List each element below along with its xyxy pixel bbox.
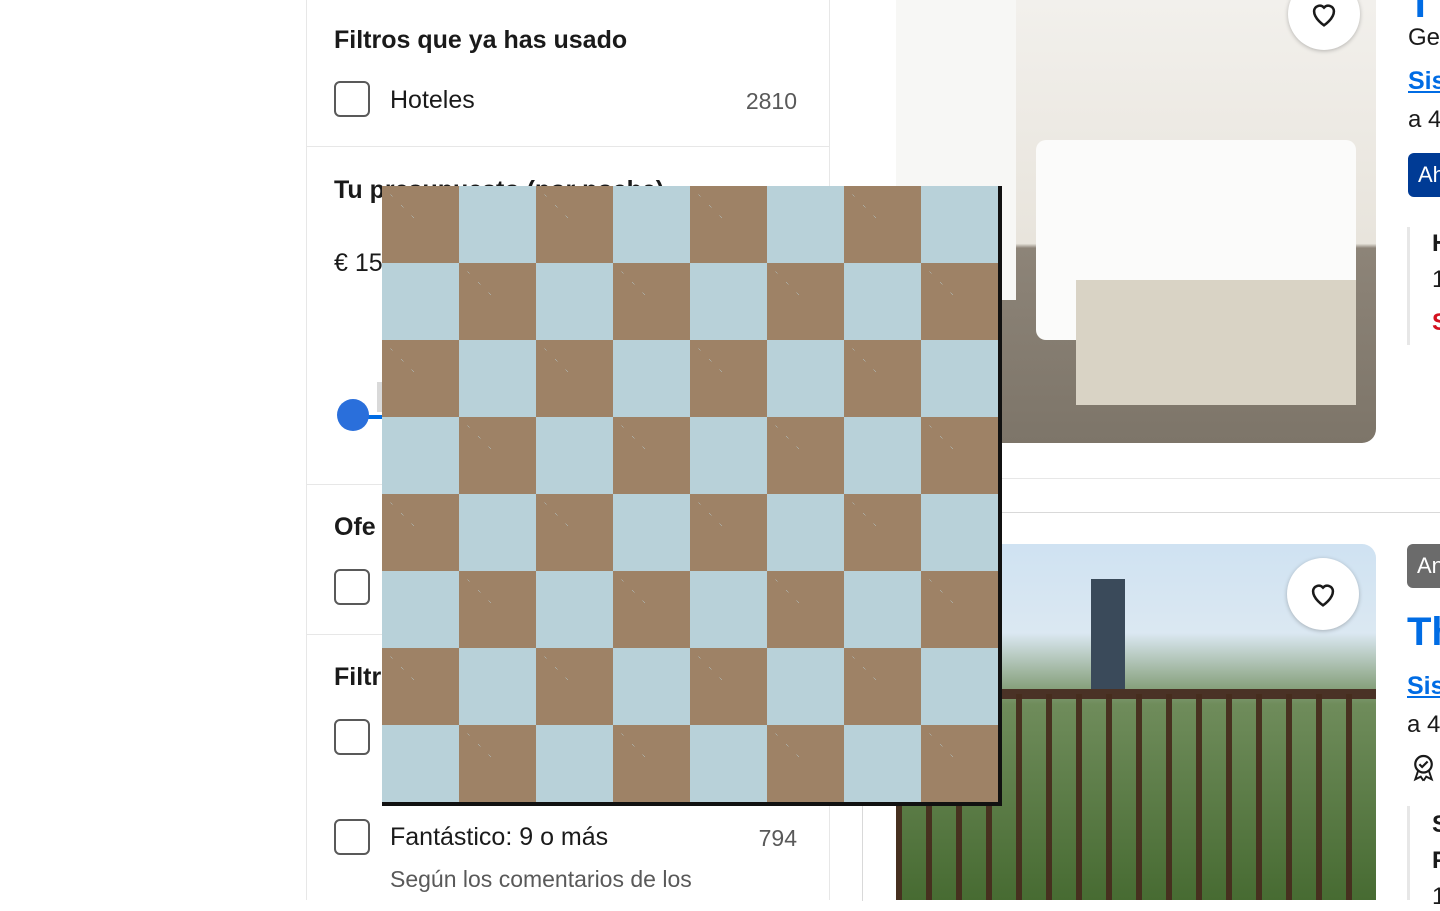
section-title-popular: Filtr: [334, 663, 382, 691]
room-info-bar-1: [1407, 227, 1410, 345]
room-info-bar-2: [1407, 806, 1410, 900]
room-line-3: 1: [1432, 883, 1440, 910]
room-line-2: F: [1432, 847, 1440, 874]
map-link-2[interactable]: Sis: [1407, 672, 1440, 701]
favorite-button-2[interactable]: [1287, 558, 1359, 630]
checkbox-hoteles[interactable]: [334, 81, 370, 117]
scarcity-text-1: S: [1432, 309, 1440, 337]
room-name-2: S: [1432, 811, 1440, 839]
hotel-title-1[interactable]: T: [1408, 0, 1432, 27]
price-min-label: € 15: [334, 249, 383, 277]
checkbox-offer[interactable]: [334, 569, 370, 605]
deal-badge-1: Ah: [1408, 153, 1440, 197]
hotel-title-2[interactable]: Th: [1407, 610, 1440, 655]
room-name-1: H: [1432, 230, 1440, 258]
heart-icon: [1311, 584, 1335, 607]
option-count-hoteles: 2810: [745, 88, 797, 114]
map-link-1[interactable]: Sis: [1408, 67, 1440, 96]
price-slider-min-handle[interactable]: [337, 399, 369, 431]
photo-bed-base: [1076, 280, 1356, 405]
photo-tower: [1091, 579, 1125, 699]
ad-badge-2: An: [1407, 544, 1440, 588]
heart-icon: [1312, 4, 1336, 27]
option-label-fantastico[interactable]: Fantástico: 9 o más: [390, 823, 608, 852]
room-line-1: 1: [1432, 266, 1440, 293]
section-title-offers: Ofe: [334, 513, 376, 541]
option-label-hoteles[interactable]: Hoteles: [390, 86, 475, 115]
distance-2: a 4: [1407, 711, 1440, 738]
checkbox-popular-1[interactable]: [334, 719, 370, 755]
checkbox-fantastico[interactable]: [334, 819, 370, 855]
section-title-used-filters: Filtros que ya has usado: [334, 26, 628, 54]
hotel-location-1: Ge: [1408, 24, 1440, 51]
section-used-filters: Filtros que ya has usado Hoteles 2810: [307, 0, 829, 147]
checkerboard-overlay: [382, 186, 1002, 806]
option-sub-fantastico: Según los comentarios de los: [390, 866, 692, 892]
distance-1: a 4: [1408, 106, 1440, 133]
award-icon: [1407, 750, 1440, 784]
option-count-fantastico: 794: [758, 825, 797, 851]
